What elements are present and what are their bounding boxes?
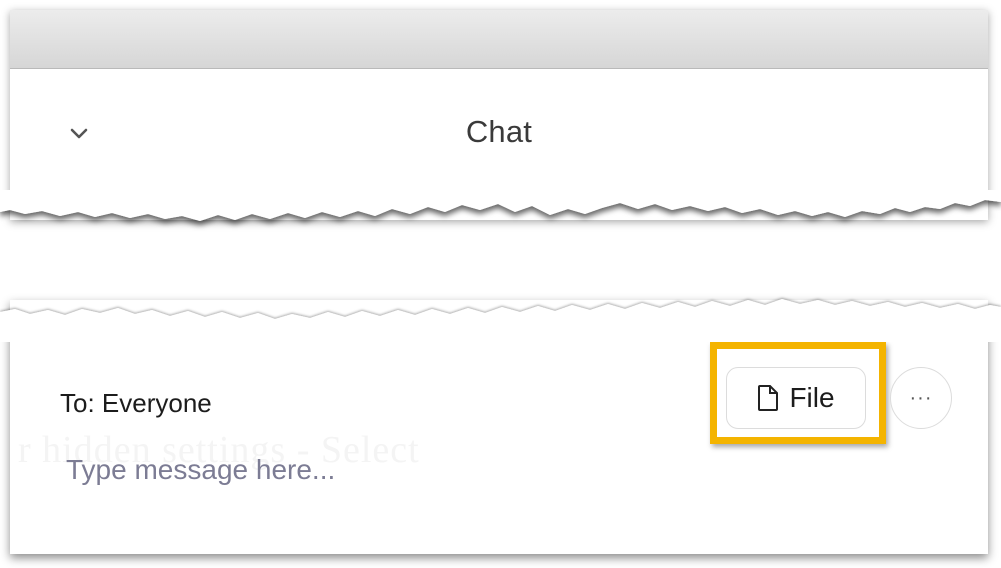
message-input[interactable] (66, 450, 666, 490)
more-options-button[interactable]: ··· (890, 367, 952, 429)
chat-title: Chat (465, 114, 533, 149)
window-titlebar[interactable] (10, 10, 988, 69)
chat-header: Chat (10, 69, 988, 199)
screenshot-stage: Chat r hidden settings - Select To: Ever… (0, 0, 1001, 568)
file-button-label: File (789, 382, 835, 413)
file-button[interactable]: File (726, 367, 866, 429)
more-options-icon: ··· (909, 386, 933, 409)
chat-composer: r hidden settings - Select To: Everyone … (10, 300, 988, 554)
chat-window-top: Chat (10, 10, 988, 220)
file-icon (757, 384, 779, 412)
recipient-label[interactable]: To: Everyone (60, 388, 212, 419)
